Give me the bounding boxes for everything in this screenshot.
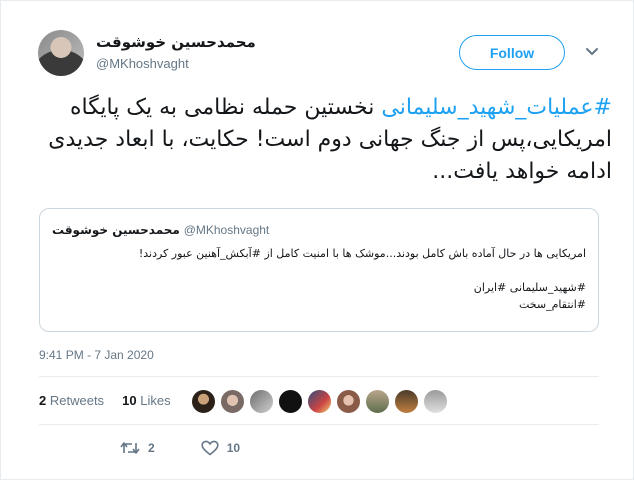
quoted-author-handle: @MKhoshvaght	[183, 223, 270, 237]
divider	[39, 376, 599, 377]
quoted-line: امریکایی ها در حال آماده باش کامل بودند.…	[138, 247, 586, 260]
quoted-line: #انتقام_سخت	[519, 298, 586, 311]
follow-button[interactable]: Follow	[459, 35, 565, 70]
quoted-author-name: محمدحسین خوشوقت	[52, 223, 180, 237]
retweet-icon	[120, 442, 140, 454]
likes-stat[interactable]: 10 Likes	[122, 393, 170, 408]
avatar[interactable]	[278, 389, 303, 414]
engagement-stats: 2 Retweets 10 Likes	[39, 393, 171, 408]
avatar[interactable]	[336, 389, 361, 414]
quoted-tweet[interactable]: محمدحسین خوشوقت @MKhoshvaght امریکایی ها…	[39, 208, 599, 332]
quoted-spacer	[50, 262, 586, 279]
quoted-header: محمدحسین خوشوقت @MKhoshvaght	[52, 223, 269, 237]
avatar[interactable]	[220, 389, 245, 414]
avatar[interactable]	[191, 389, 216, 414]
heart-icon	[201, 440, 219, 456]
retweets-stat[interactable]: 2 Retweets	[39, 393, 104, 408]
avatar[interactable]	[394, 389, 419, 414]
tweet-text: #عملیات_شهید_سلیمانی نخستین حمله نظامی ب…	[36, 92, 612, 188]
avatar[interactable]	[307, 389, 332, 414]
like-button[interactable]: 10	[201, 440, 240, 456]
chevron-down-icon[interactable]	[584, 46, 600, 58]
likes-count: 10	[122, 393, 137, 408]
timestamp[interactable]: 9:41 PM - 7 Jan 2020	[39, 348, 154, 362]
author-name[interactable]: محمدحسین خوشوقت	[96, 33, 256, 51]
retweet-button[interactable]: 2	[120, 440, 155, 456]
retweet-count: 2	[148, 441, 155, 455]
hashtag-link[interactable]: #عملیات_شهید_سلیمانی	[381, 95, 612, 120]
likes-label: Likes	[140, 393, 171, 408]
avatar[interactable]	[249, 389, 274, 414]
quoted-text: امریکایی ها در حال آماده باش کامل بودند.…	[50, 245, 586, 313]
avatar[interactable]	[365, 389, 390, 414]
quoted-line: #شهید_سلیمانی #ایران	[473, 281, 586, 294]
retweets-count: 2	[39, 393, 47, 408]
action-bar: 2 10	[120, 440, 240, 456]
divider	[39, 424, 599, 425]
like-count: 10	[226, 441, 241, 455]
author-handle[interactable]: @MKhoshvaght	[96, 56, 189, 71]
retweets-label: Retweets	[49, 393, 105, 408]
liker-avatars	[191, 389, 448, 414]
avatar[interactable]	[38, 30, 84, 76]
avatar[interactable]	[423, 389, 448, 414]
